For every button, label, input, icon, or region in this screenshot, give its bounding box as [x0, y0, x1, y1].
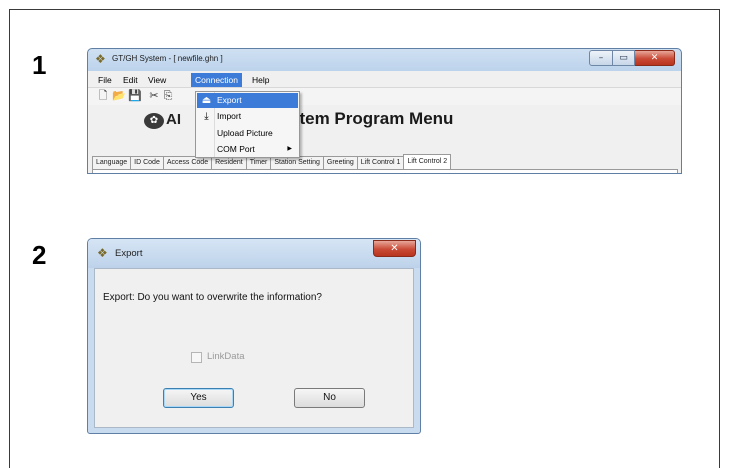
- connection-dropdown-menu: ⏏ Export ⤓ Import Upload Picture COM Por…: [195, 91, 300, 158]
- app-icon: ❖: [97, 246, 108, 260]
- menu-item-com-port-label: COM Port: [217, 144, 255, 154]
- copy-icon[interactable]: ⎘: [162, 90, 174, 102]
- brand-logo-icon: ✿: [144, 113, 164, 129]
- tab-id-code[interactable]: ID Code: [130, 156, 164, 169]
- new-file-icon[interactable]: 🗋: [97, 90, 109, 102]
- menu-file[interactable]: File: [94, 73, 116, 87]
- menu-item-export[interactable]: ⏏ Export: [197, 93, 298, 108]
- linkdata-checkbox-label: LinkData: [207, 351, 245, 362]
- menu-edit[interactable]: Edit: [119, 73, 142, 87]
- maximize-button[interactable]: ▭: [613, 50, 635, 66]
- menu-item-import-label: Import: [217, 111, 242, 121]
- minimize-button[interactable]: –: [589, 50, 613, 66]
- menu-bar: File Edit View Connection Help: [88, 71, 681, 88]
- tab-lift-control-1[interactable]: Lift Control 1: [356, 156, 405, 169]
- tab-lift-control-2[interactable]: Lift Control 2: [403, 154, 452, 169]
- tab-greeting[interactable]: Greeting: [322, 156, 358, 169]
- open-folder-icon[interactable]: 📂: [112, 90, 126, 102]
- linkdata-checkbox[interactable]: [191, 352, 202, 363]
- caption-buttons: – ▭ ✕: [589, 50, 675, 66]
- yes-button[interactable]: Yes: [163, 388, 234, 408]
- overwrite-message: Export: Do you want to overwrite the inf…: [103, 292, 322, 303]
- menu-connection[interactable]: Connection: [191, 73, 243, 87]
- export-dialog-titlebar[interactable]: ❖ Export ✕: [88, 239, 420, 268]
- save-icon[interactable]: 💾: [128, 90, 142, 102]
- close-button[interactable]: ✕: [635, 50, 675, 66]
- cut-icon[interactable]: ✂: [148, 90, 160, 102]
- brand-logo-text: AI: [166, 111, 181, 128]
- export-icon: ⏏: [201, 95, 212, 106]
- menu-view[interactable]: View: [144, 73, 170, 87]
- step-number-1: 1: [32, 50, 47, 80]
- export-dialog: ❖ Export ✕ Export: Do you want to overwr…: [87, 238, 421, 434]
- main-window: ❖ GT/GH System - [ newfile.ghn ] – ▭ ✕ F…: [87, 48, 682, 174]
- export-dialog-body: Export: Do you want to overwrite the inf…: [94, 268, 414, 428]
- main-content: ✿ AI stem Program Menu Language ID Code …: [88, 105, 681, 173]
- tab-panel: [92, 169, 678, 173]
- main-window-title: GT/GH System - [ newfile.ghn ]: [112, 54, 223, 63]
- menu-item-export-label: Export: [217, 95, 242, 105]
- main-window-titlebar[interactable]: ❖ GT/GH System - [ newfile.ghn ] – ▭ ✕: [88, 49, 681, 71]
- step-number-2: 2: [32, 240, 47, 270]
- menu-help[interactable]: Help: [248, 73, 273, 87]
- tab-language[interactable]: Language: [92, 156, 132, 169]
- menu-item-upload-picture-label: Upload Picture: [217, 128, 273, 138]
- toolbar: 🗋 📂 💾 ✂ ⎘: [88, 88, 681, 105]
- menu-item-upload-picture[interactable]: Upload Picture: [197, 126, 298, 141]
- no-button[interactable]: No: [294, 388, 365, 408]
- menu-item-import[interactable]: ⤓ Import: [197, 109, 298, 124]
- export-dialog-title: Export: [115, 248, 143, 259]
- program-menu-title: stem Program Menu: [290, 109, 454, 128]
- submenu-arrow-icon: ▶: [287, 146, 292, 152]
- dialog-close-button[interactable]: ✕: [373, 240, 416, 257]
- app-icon: ❖: [95, 52, 106, 66]
- menu-item-com-port[interactable]: COM Port ▶: [197, 142, 298, 157]
- import-icon: ⤓: [204, 111, 209, 122]
